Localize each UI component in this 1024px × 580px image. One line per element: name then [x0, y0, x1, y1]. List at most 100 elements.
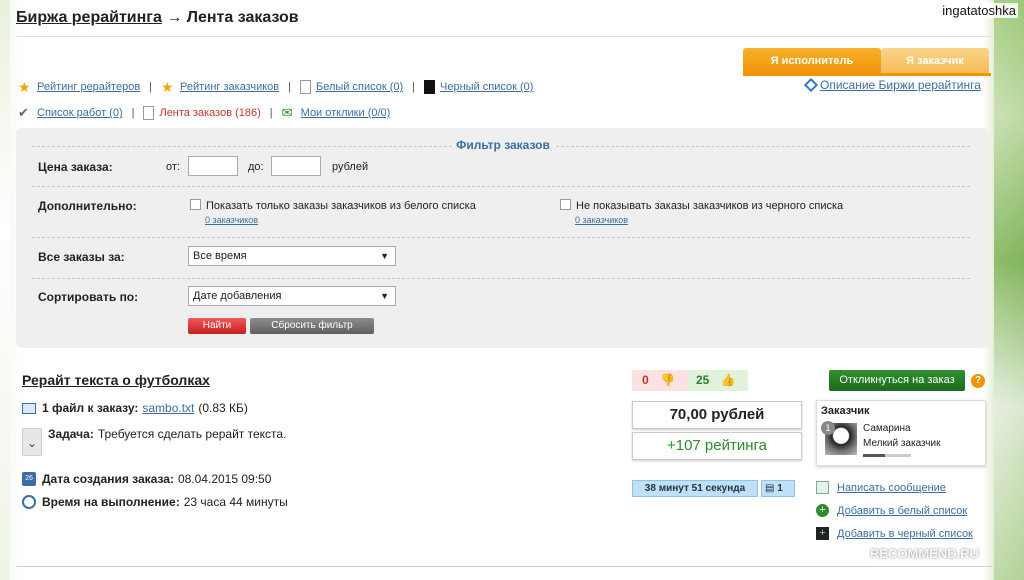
price-to-input[interactable]	[271, 156, 321, 176]
order-created-row: 26 Дата создания заказа: 08.04.2015 09:5…	[22, 472, 271, 486]
nav-separator: |	[131, 107, 135, 119]
nav-item-my-responses[interactable]: ✉ Мои отклики (0/0)	[282, 106, 391, 120]
created-value: 08.04.2015 09:50	[177, 472, 272, 486]
nav-separator: |	[412, 81, 416, 93]
customer-name[interactable]: Самарина	[863, 423, 911, 434]
currency-label: рублей	[332, 161, 369, 173]
order-rating-bonus: +107 рейтинга	[632, 432, 802, 460]
thumbs-down-icon: 👎	[660, 373, 675, 387]
nav-row-primary: ★ Рейтинг рерайтеров | ★ Рейтинг заказчи…	[18, 80, 533, 94]
tab-underline	[743, 73, 991, 76]
responses-icon: ▤	[765, 483, 775, 494]
nav-item-rewriter-rating[interactable]: ★ Рейтинг рерайтеров	[18, 80, 140, 94]
nav-row-secondary: ✔ Список работ (0) | Лента заказов (186)…	[18, 106, 390, 120]
votes-up-count: 25	[696, 373, 710, 387]
find-button[interactable]: Найти	[188, 318, 246, 334]
order-feed-link[interactable]: Лента заказов (186)	[159, 107, 260, 119]
order-votes: 0 👎 25 👍	[632, 370, 748, 391]
price-to-label: до:	[248, 161, 264, 173]
responses-count-badge: ▤ 1	[761, 480, 795, 497]
period-select[interactable]: Все время ▼	[188, 246, 396, 266]
customer-rating-link[interactable]: Рейтинг заказчиков	[180, 81, 279, 93]
customer-type: Мелкий заказчик	[863, 438, 941, 449]
filter-title: Фильтр заказов	[456, 138, 550, 152]
task-text: Требуется сделать рерайт текста.	[97, 427, 287, 441]
order-filter-panel: Фильтр заказов Цена заказа: от: до: рубл…	[16, 128, 990, 348]
sort-select[interactable]: Дате добавления ▼	[188, 286, 396, 306]
respond-button[interactable]: Откликнуться на заказ	[829, 370, 965, 391]
breadcrumb-root-link[interactable]: Биржа рерайтинга	[16, 9, 162, 26]
whitelist-only-option[interactable]: Показать только заказы заказчиков из бел…	[190, 199, 476, 212]
help-icon[interactable]: ?	[971, 374, 985, 388]
order-divider	[16, 566, 992, 567]
price-from-label: от:	[166, 161, 180, 173]
nav-item-order-feed[interactable]: Лента заказов (186)	[143, 106, 261, 120]
filter-divider	[32, 278, 970, 279]
duration-label: Время на выполнение:	[42, 495, 180, 509]
order-duration-row: Время на выполнение: 23 часа 44 минуты	[22, 495, 288, 509]
nav-item-work-list[interactable]: ✔ Список работ (0)	[18, 106, 123, 120]
sort-select-value: Дате добавления	[193, 290, 282, 302]
write-message-link[interactable]: Написать сообщение	[837, 482, 946, 494]
calendar-icon: 26	[22, 472, 36, 486]
task-label: Задача:	[48, 427, 94, 441]
whitelist-count-link[interactable]: 0 заказчиков	[205, 215, 258, 225]
nav-item-white-list[interactable]: Белый список (0)	[300, 80, 403, 94]
breadcrumb-arrow: →	[166, 9, 183, 26]
price-from-input[interactable]	[188, 156, 238, 176]
file-size: (0.83 КБ)	[198, 401, 248, 415]
add-black-list-link[interactable]: Добавить в черный список	[837, 528, 973, 540]
hide-blacklist-option[interactable]: Не показывать заказы заказчиков из черно…	[560, 199, 843, 212]
file-link[interactable]: sambo.txt	[142, 401, 194, 415]
my-responses-link[interactable]: Мои отклики (0/0)	[301, 107, 391, 119]
responses-icon: ✉	[281, 105, 293, 120]
whitelist-only-checkbox[interactable]	[190, 199, 201, 210]
exchange-description[interactable]: Описание Биржи рерайтинга	[803, 77, 981, 93]
time-left-badge: 38 минут 51 секунда	[632, 480, 758, 497]
nav-separator: |	[269, 107, 273, 119]
nav-separator: |	[149, 81, 153, 93]
nav-item-customer-rating[interactable]: ★ Рейтинг заказчиков	[161, 80, 279, 94]
black-list-link[interactable]: Черный список (0)	[440, 81, 533, 93]
extra-label: Дополнительно:	[38, 199, 137, 213]
sort-label: Сортировать по:	[38, 290, 139, 304]
page-title: Лента заказов	[186, 9, 299, 26]
rewriter-rating-link[interactable]: Рейтинг рерайтеров	[37, 81, 140, 93]
work-list-link[interactable]: Список работ (0)	[37, 107, 123, 119]
period-select-value: Все время	[193, 250, 247, 262]
hide-blacklist-checkbox[interactable]	[560, 199, 571, 210]
blacklist-count-link[interactable]: 0 заказчиков	[575, 215, 628, 225]
customer-card: Заказчик 1 Самарина Мелкий заказчик	[816, 400, 986, 466]
price-label: Цена заказа:	[38, 160, 113, 174]
order-title[interactable]: Рерайт текста о футболках	[22, 372, 210, 388]
clock-icon	[22, 495, 36, 509]
customer-actions: Написать сообщение + Добавить в белый сп…	[816, 476, 973, 545]
tab-executor[interactable]: Я исполнитель	[743, 48, 881, 74]
expand-task-button[interactable]: ⌄	[22, 428, 42, 456]
action-add-black-list[interactable]: + Добавить в черный список	[816, 522, 973, 545]
vote-down-button[interactable]: 0 👎	[632, 370, 688, 391]
duration-value: 23 часа 44 минуты	[183, 495, 288, 509]
right-background-decoration	[994, 0, 1024, 580]
chevron-down-icon: ⌄	[26, 436, 38, 450]
dropdown-arrow-icon: ▼	[380, 291, 389, 301]
customer-level-progress-fill	[863, 454, 885, 457]
action-write-message[interactable]: Написать сообщение	[816, 476, 973, 499]
tab-customer[interactable]: Я заказчик	[881, 48, 989, 74]
action-add-white-list[interactable]: + Добавить в белый список	[816, 499, 973, 522]
add-white-list-link[interactable]: Добавить в белый список	[837, 505, 967, 517]
customer-card-title: Заказчик	[821, 405, 870, 417]
nav-item-black-list[interactable]: Черный список (0)	[424, 80, 533, 94]
reset-filter-button[interactable]: Сбросить фильтр	[250, 318, 374, 334]
order-task-row: Задача: Требуется сделать рерайт текста.	[48, 427, 286, 441]
watermark: RECOMMEND.RU	[870, 546, 980, 561]
white-list-icon	[300, 80, 311, 94]
dropdown-arrow-icon: ▼	[380, 251, 389, 261]
exchange-description-link[interactable]: Описание Биржи рерайтинга	[820, 78, 981, 92]
username-label: ingatatoshka	[940, 3, 1018, 18]
thumbs-up-icon: 👍	[720, 373, 736, 387]
vote-up-button[interactable]: 25 👍	[688, 370, 748, 391]
white-list-link[interactable]: Белый список (0)	[316, 81, 403, 93]
role-tabs: Я исполнитель Я заказчик	[743, 48, 989, 74]
votes-down-count: 0	[642, 373, 649, 387]
